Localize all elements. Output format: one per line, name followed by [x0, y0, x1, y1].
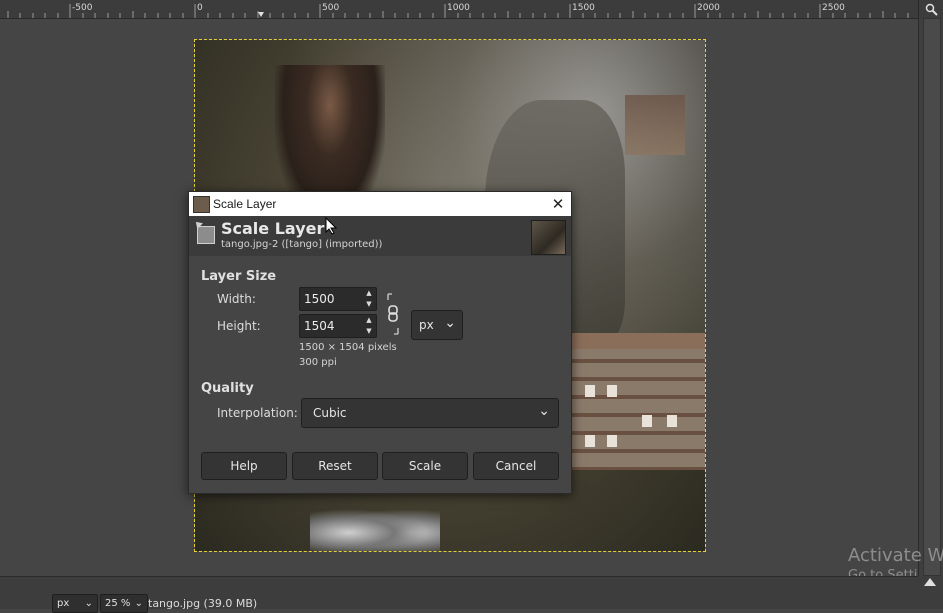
- ruler-label: 500: [322, 3, 340, 13]
- width-label: Width:: [217, 292, 256, 306]
- close-button[interactable]: ✕: [546, 192, 570, 216]
- ruler-label: 2000: [697, 3, 720, 13]
- pixel-dimensions-info: 1500 × 1504 pixels: [299, 342, 397, 353]
- chevron-down-icon: ⌄: [538, 403, 550, 419]
- chain-link-icon[interactable]: [386, 292, 400, 336]
- ruler-label: 1500: [572, 3, 595, 13]
- interpolation-value: Cubic: [313, 406, 347, 420]
- chevron-down-icon: ⌄: [134, 598, 143, 609]
- help-button[interactable]: Help: [201, 452, 287, 480]
- magnifier-icon: [925, 3, 938, 16]
- image-monastery: [561, 333, 705, 470]
- resolution-info: 300 ppi: [299, 357, 337, 368]
- ruler-label: 2500: [822, 3, 845, 13]
- dialog-header-subtitle: tango.jpg-2 ([tango] (imported)): [221, 239, 383, 250]
- chevron-down-icon: ⌄: [84, 598, 93, 609]
- scale-button[interactable]: Scale: [382, 452, 468, 480]
- interpolation-label: Interpolation:: [217, 406, 298, 420]
- vertical-scrollbar-thumb[interactable]: [923, 18, 941, 576]
- ruler-label: -500: [72, 3, 93, 13]
- decrement-arrow-icon[interactable]: ▼: [362, 299, 376, 310]
- mouse-cursor-icon: [325, 217, 337, 235]
- scroll-corner[interactable]: [918, 576, 943, 609]
- height-stepper[interactable]: ▲ ▼: [362, 315, 376, 337]
- quality-label: Quality: [201, 381, 254, 396]
- decrement-arrow-icon[interactable]: ▼: [362, 326, 376, 337]
- width-input[interactable]: 1500 ▲ ▼: [299, 287, 377, 311]
- ruler-label: 0: [197, 3, 203, 13]
- height-value: 1504: [304, 319, 335, 333]
- image-building: [625, 95, 685, 155]
- status-bar: px ⌄ 25 % ⌄ tango.jpg (39.0 MB): [0, 589, 918, 613]
- navigate-arrow-icon: [924, 578, 936, 586]
- size-unit-dropdown[interactable]: px ⌄: [411, 310, 463, 340]
- dialog-titlebar[interactable]: Scale Layer ✕: [189, 192, 571, 216]
- height-input[interactable]: 1504 ▲ ▼: [299, 314, 377, 338]
- unit-dropdown[interactable]: px ⌄: [52, 594, 98, 613]
- size-unit-value: px: [419, 318, 434, 332]
- ruler-label: 1000: [447, 3, 470, 13]
- image-shoes: [310, 505, 440, 551]
- watermark-line1: Activate W: [848, 545, 943, 566]
- interpolation-dropdown[interactable]: Cubic ⌄: [301, 398, 559, 428]
- unit-value: px: [57, 598, 70, 609]
- layer-size-label: Layer Size: [201, 269, 277, 284]
- dialog-header: Scale Layer tango.jpg-2 ([tango] (import…: [189, 216, 571, 256]
- width-value: 1500: [304, 292, 335, 306]
- reset-button[interactable]: Reset: [292, 452, 378, 480]
- layer-thumbnail: [531, 220, 566, 255]
- horizontal-scrollbar[interactable]: [0, 576, 918, 589]
- status-filename: tango.jpg (39.0 MB): [148, 597, 258, 610]
- dialog-header-title: Scale Layer: [221, 219, 325, 238]
- app-icon: [193, 196, 210, 213]
- zoom-value: 25 %: [105, 598, 131, 609]
- height-label: Height:: [217, 319, 261, 333]
- scale-layer-dialog: Scale Layer ✕ Scale Layer tango.jpg-2 ([…: [188, 191, 572, 494]
- scale-layer-icon: [197, 226, 215, 244]
- horizontal-ruler[interactable]: -500 0 500 1000 1500 2000 2500: [0, 0, 918, 19]
- zoom-dropdown[interactable]: 25 % ⌄: [100, 594, 148, 613]
- navigate-button[interactable]: [918, 0, 943, 18]
- increment-arrow-icon[interactable]: ▲: [362, 315, 376, 326]
- chevron-down-icon: ⌄: [444, 315, 456, 331]
- cancel-button[interactable]: Cancel: [473, 452, 559, 480]
- dialog-window-title: Scale Layer: [213, 197, 277, 211]
- vertical-scrollbar[interactable]: [918, 18, 943, 576]
- increment-arrow-icon[interactable]: ▲: [362, 288, 376, 299]
- width-stepper[interactable]: ▲ ▼: [362, 288, 376, 310]
